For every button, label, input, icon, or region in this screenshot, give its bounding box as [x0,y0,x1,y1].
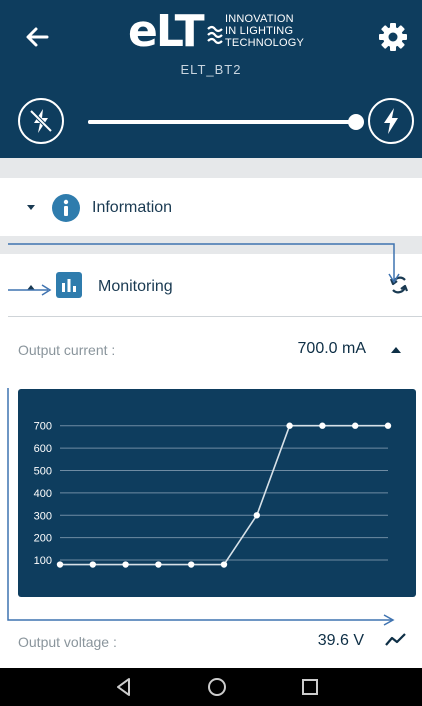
info-icon [52,194,80,222]
app-header: eLT INNOVATION IN LIGHTING TECHNOLOGY EL… [0,0,422,158]
nav-back-button[interactable] [112,676,136,698]
refresh-button[interactable] [384,270,414,300]
output-voltage-label: Output voltage : [18,634,117,650]
logo-waves-icon [207,25,223,45]
data-point [155,561,162,568]
gear-icon [379,23,407,51]
y-tick-label: 500 [34,465,52,477]
output-voltage-row: Output voltage : 39.6 V [0,626,422,666]
data-point [188,561,195,568]
data-point [352,422,359,429]
data-point [286,422,293,429]
caret-up-icon [391,347,401,353]
nav-back-icon [117,678,130,696]
output-current-chart: 100 200 300 400 500 600 700 [18,389,416,597]
caret-up-icon [27,285,35,290]
chart-svg: 100 200 300 400 500 600 700 [34,421,392,568]
trend-icon [385,633,406,646]
data-point [253,512,260,519]
light-off-icon [29,109,53,133]
information-section-header[interactable]: Information [0,180,422,236]
elt-logo: eLT INNOVATION IN LIGHTING TECHNOLOGY [128,10,308,58]
monitoring-section-header[interactable]: Monitoring [0,258,422,314]
nav-recents-button[interactable] [298,676,322,698]
caret-down-icon [27,205,35,210]
y-tick-label: 400 [34,488,52,500]
light-on-icon [384,108,398,134]
nav-recents-icon [302,679,318,695]
y-tick-label: 600 [34,443,52,455]
section-separator [0,236,422,254]
data-point [220,561,228,568]
y-tick-label: 200 [34,533,52,545]
slider-fill [88,120,356,124]
annotation-arrowhead [383,614,395,626]
series-line [60,424,388,566]
data-point [89,561,97,568]
output-current-row: Output current : 700.0 mA [0,330,422,370]
dimming-slider[interactable] [88,112,364,132]
logo-wordmark: eLT [128,6,205,57]
dim-min-button[interactable] [18,98,64,144]
logo-tagline: INNOVATION IN LIGHTING TECHNOLOGY [225,13,304,49]
system-nav-bar [0,668,422,706]
dim-max-button[interactable] [368,98,414,144]
output-current-collapse-button[interactable] [386,340,406,360]
refresh-icon [389,276,409,294]
divider [8,316,422,317]
nav-home-button[interactable] [205,676,229,698]
data-point [384,422,392,429]
data-point [56,561,64,568]
y-tick-label: 700 [34,421,52,433]
section-separator [0,158,422,178]
section-label: Information [92,199,173,216]
data-point [122,561,129,568]
output-voltage-trend-button[interactable] [384,630,408,650]
logo-tagline-line: INNOVATION [225,13,294,25]
data-point [319,422,326,429]
y-tick-label: 300 [34,510,52,522]
output-current-value: 700.0 mA [297,340,366,357]
device-name: ELT_BT2 [180,62,242,77]
output-voltage-value: 39.6 V [317,632,364,649]
arrow-left-icon [26,27,49,47]
back-button[interactable] [22,22,52,52]
settings-button[interactable] [376,20,410,54]
output-current-label: Output current : [18,342,116,358]
logo-tagline-line: TECHNOLOGY [225,37,305,49]
slider-thumb[interactable] [348,114,364,130]
bar-chart-icon [56,272,82,298]
section-label: Monitoring [98,278,173,295]
logo-tagline-line: IN LIGHTING [225,25,294,37]
nav-home-icon [208,678,226,696]
y-tick-label: 100 [34,555,52,567]
